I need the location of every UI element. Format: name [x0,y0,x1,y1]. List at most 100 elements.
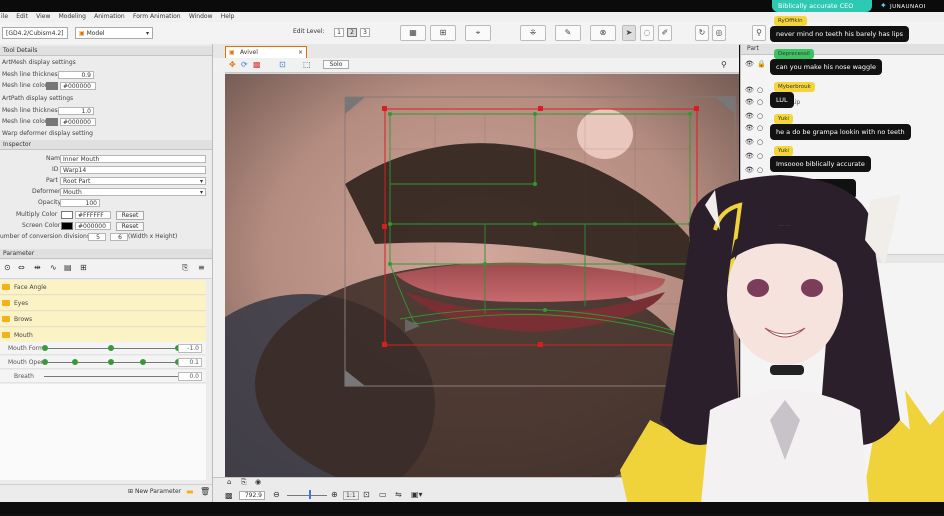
copy-icon[interactable]: ⎘ [241,478,247,487]
glue-button[interactable]: ⊗ [590,25,616,41]
transform-icon[interactable]: ✥ [229,60,236,69]
mesh-vertex[interactable] [388,112,392,116]
path-line-color-field[interactable]: #000000 [60,118,96,126]
grid-icon[interactable]: ⊞ [80,263,87,272]
mesh-vertex[interactable] [533,222,537,226]
part-select[interactable]: Root Part ▾ [60,177,206,185]
menu-modeling[interactable]: Modeling [59,12,86,22]
radio-icon[interactable]: ○ [757,112,763,120]
edit-level-2[interactable]: 2 [347,28,357,37]
zoom-slider[interactable] [287,495,327,496]
menu-edit[interactable]: Edit [16,12,28,22]
deformer-handle[interactable] [538,106,543,111]
link-icon[interactable]: ⇔ [18,263,25,272]
multiply-color-field[interactable]: #FFFFFF [75,211,111,219]
menu-window[interactable]: Window [189,12,213,22]
deformer-handle[interactable] [382,224,387,229]
actual-size-icon[interactable]: 1:1 [343,491,359,500]
deformer-handle[interactable] [382,342,387,347]
auto-mesh-button[interactable]: ⊞ [430,25,456,41]
edit-level-3[interactable]: 3 [360,28,370,37]
refresh-icon[interactable]: ⟳ [241,60,248,69]
flip-icon[interactable]: ⇋ [395,490,402,499]
group-mouth[interactable]: Mouth [0,328,206,343]
deformer-handle[interactable] [694,106,699,111]
group-eyes[interactable]: Eyes [0,296,206,311]
opacity-field[interactable]: 100 [60,199,100,207]
slider-key-dot[interactable] [42,345,48,351]
slider-key-dot[interactable] [72,359,78,365]
model-select[interactable]: [GD4.2/Cubism4.2] [2,27,68,39]
align-icon[interactable]: ⇹ [34,263,41,272]
eye-icon[interactable]: 👁 [745,152,754,160]
deform-button[interactable]: ⌖ [465,25,491,41]
zoom-out-icon[interactable]: ⊖ [273,490,280,499]
mesh-vertex[interactable] [533,112,537,116]
mesh-vertex[interactable] [388,222,392,226]
radio-icon[interactable]: ○ [757,152,763,160]
record-icon[interactable]: ◉ [255,478,261,486]
name-field[interactable]: Inner Mouth [60,155,206,163]
fit-view-icon[interactable]: ⊡ [363,490,370,499]
radio-icon[interactable]: ○ [757,86,763,94]
screen-color-swatch[interactable] [61,222,73,230]
path-line-color-swatch[interactable] [46,118,58,126]
slider-key-dot[interactable] [108,345,114,351]
deformer-handle[interactable] [538,342,543,347]
deformer-handle[interactable] [382,106,387,111]
filter-icon[interactable]: ⊙ [4,263,11,272]
clipboard-icon[interactable]: ⎘ [182,263,188,273]
frame-view-icon[interactable]: ▭ [379,490,387,499]
slider-key-dot[interactable] [108,359,114,365]
eye-icon[interactable]: 👁 [745,98,754,106]
arrow-select-tool-icon[interactable]: ➤ [622,25,636,41]
brush-button[interactable]: ✎ [555,25,581,41]
id-field[interactable]: Warp14 [60,166,206,174]
radio-icon[interactable]: ○ [757,98,763,106]
mesh-vertex[interactable] [543,308,547,312]
mode-select[interactable]: ▣ Model ▾ [75,27,153,39]
screen-color-field[interactable]: #000000 [75,222,111,230]
menu-animation[interactable]: Animation [94,12,125,22]
slider-key-dot[interactable] [140,359,146,365]
checker-icon[interactable]: ▩ [225,491,233,500]
viewport-tab[interactable]: ▣ Avivel × [225,46,307,58]
param-value[interactable]: 0.0 [178,372,202,381]
mesh-vertex[interactable] [388,262,392,266]
rotate-tool-icon[interactable]: ↻ [695,25,709,41]
param-value[interactable]: -1.0 [178,344,202,353]
zoom-in-icon[interactable]: ⊕ [331,490,338,499]
palette-icon[interactable]: ▩ [253,60,261,69]
menu-file[interactable]: ile [1,12,8,22]
grid-button[interactable]: ⁜ [520,25,546,41]
menu-form-animation[interactable]: Form Animation [133,12,181,22]
lock-icon[interactable]: 🔒 [757,60,766,68]
camera-icon[interactable]: ⌂ [227,478,231,486]
solo-button[interactable]: Solo [323,60,349,69]
mesh-line-thickness-field[interactable]: 0.9 [58,71,94,79]
list-icon[interactable]: ▤ [64,263,72,272]
pin-tool-icon[interactable]: ⚲ [752,25,766,41]
mesh-line-color-swatch[interactable] [46,82,58,90]
mesh-edit-button[interactable]: ▦ [400,25,426,41]
menu-view[interactable]: View [36,12,50,22]
param-mouth-form[interactable]: Mouth Form -1.0 [0,342,206,355]
folder-add-icon[interactable]: ▬ [186,487,194,496]
radio-icon[interactable]: ○ [757,124,763,132]
eye-icon[interactable]: 👁 [745,138,754,146]
slider-key-dot[interactable] [42,359,48,365]
lasso-tool-icon[interactable]: ◌ [640,25,654,41]
new-parameter-button[interactable]: ⊞ New Parameter [128,488,181,495]
deformer-select[interactable]: Mouth ▾ [60,188,206,196]
mesh-vertex[interactable] [688,112,692,116]
eye-icon[interactable]: 👁 [745,86,754,94]
zoom-field[interactable]: 792.9 [239,491,265,500]
screen-reset-button[interactable]: Reset [116,222,144,231]
division-height-field[interactable]: 6 [110,233,128,241]
eye-icon[interactable]: 👁 [745,60,754,68]
zoom-slider-handle[interactable] [309,490,311,499]
multiply-color-swatch[interactable] [61,211,73,219]
trash-icon[interactable]: 🗑 [200,487,210,496]
multiply-reset-button[interactable]: Reset [116,211,144,220]
param-value[interactable]: 0.1 [178,358,202,367]
